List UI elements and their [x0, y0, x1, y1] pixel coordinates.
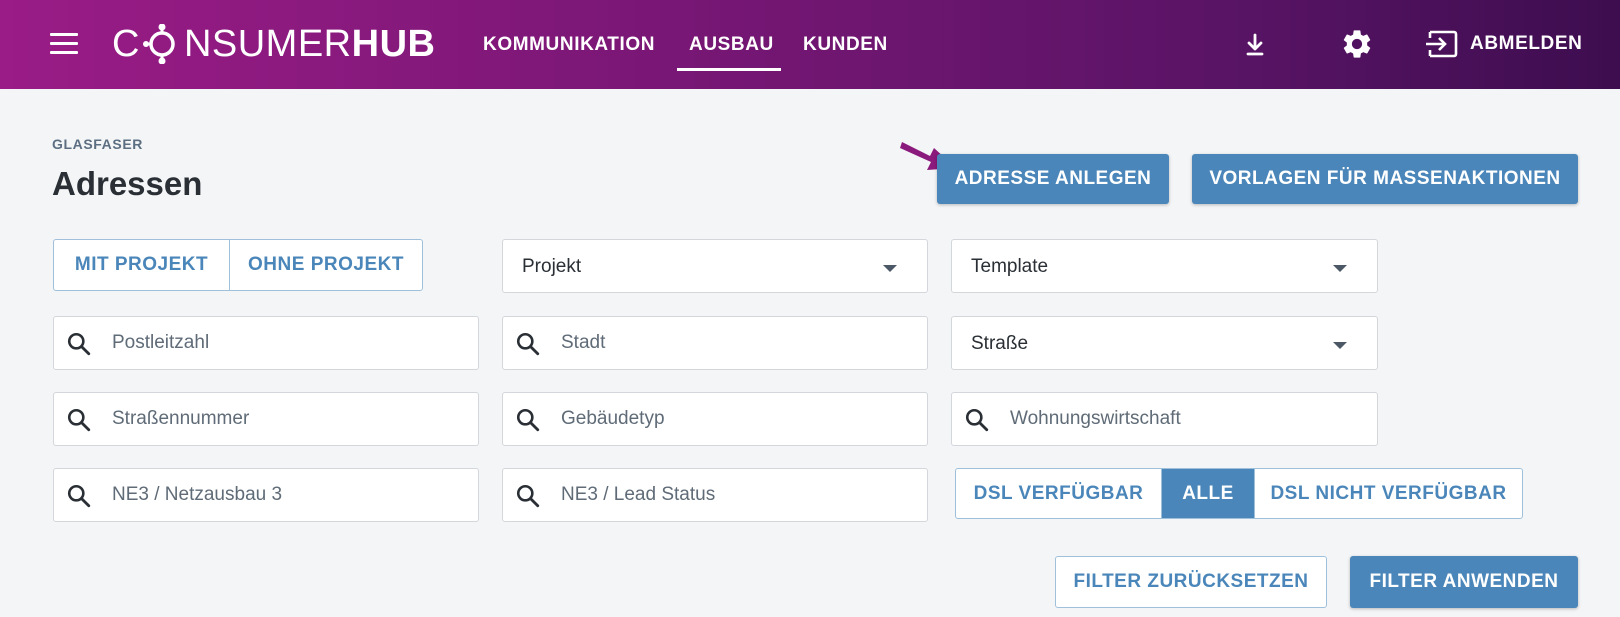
street-select-value: Straße [971, 333, 1029, 354]
city-input[interactable] [561, 317, 917, 369]
street-select[interactable]: Straße [951, 316, 1378, 370]
logo-network-icon [142, 23, 182, 65]
logo-text-nsumer: NSUMER [183, 22, 352, 65]
logout-button[interactable]: ABMELDEN [1426, 30, 1582, 58]
logout-icon [1426, 30, 1458, 58]
city-field[interactable] [502, 316, 928, 370]
toggle-dsl-all[interactable]: ALLE [1161, 469, 1254, 518]
ne3-network-field[interactable] [53, 468, 479, 522]
street-number-input[interactable] [112, 393, 468, 445]
reset-filter-button[interactable]: FILTER ZURÜCKSETZEN [1055, 556, 1327, 608]
chevron-down-icon [883, 265, 897, 272]
apply-filter-button[interactable]: FILTER ANWENDEN [1350, 556, 1578, 608]
search-icon [67, 408, 91, 432]
search-icon [516, 484, 540, 508]
consumerhub-logo[interactable]: C NSUMER HUB [112, 18, 435, 70]
housing-company-field[interactable] [951, 392, 1378, 446]
postcode-field[interactable] [53, 316, 479, 370]
toggle-without-project[interactable]: OHNE PROJEKT [229, 240, 422, 290]
building-type-input[interactable] [561, 393, 917, 445]
ne3-network-input[interactable] [112, 469, 468, 521]
nav-kunden[interactable]: KUNDEN [803, 34, 888, 56]
toggle-dsl-not-available[interactable]: DSL NICHT VERFÜGBAR [1254, 469, 1522, 518]
search-icon [67, 332, 91, 356]
toggle-with-project[interactable]: MIT PROJEKT [54, 240, 229, 290]
search-icon [965, 408, 989, 432]
dsl-toggle: DSL VERFÜGBAR ALLE DSL NICHT VERFÜGBAR [955, 468, 1523, 519]
project-toggle: MIT PROJEKT OHNE PROJEKT [53, 239, 423, 291]
chevron-down-icon [1333, 342, 1347, 349]
gear-icon[interactable] [1340, 27, 1374, 66]
nav-ausbau[interactable]: AUSBAU [689, 34, 774, 56]
toggle-dsl-available[interactable]: DSL VERFÜGBAR [956, 469, 1161, 518]
building-type-field[interactable] [502, 392, 928, 446]
ne3-lead-status-input[interactable] [561, 469, 917, 521]
logo-text-c: C [112, 22, 140, 65]
template-select[interactable]: Template [951, 239, 1378, 293]
postcode-input[interactable] [112, 317, 468, 369]
breadcrumb: GLASFASER [52, 136, 143, 152]
download-icon[interactable] [1240, 30, 1270, 65]
template-select-value: Template [971, 256, 1049, 277]
search-icon [67, 484, 91, 508]
add-address-button[interactable]: ADRESSE ANLEGEN [937, 154, 1169, 204]
logo-text-hub: HUB [351, 22, 436, 65]
menu-icon[interactable] [50, 33, 78, 55]
logout-label: ABMELDEN [1470, 33, 1583, 54]
search-icon [516, 332, 540, 356]
nav-kommunikation[interactable]: KOMMUNIKATION [483, 34, 655, 56]
housing-company-input[interactable] [1010, 393, 1367, 445]
ne3-lead-status-field[interactable] [502, 468, 928, 522]
chevron-down-icon [1333, 265, 1347, 272]
top-app-bar: C NSUMER HUB KOMMUNIKATION AUSBAU KUNDEN [0, 0, 1620, 89]
search-icon [516, 408, 540, 432]
street-number-field[interactable] [53, 392, 479, 446]
project-select[interactable]: Projekt [502, 239, 928, 293]
mass-action-templates-button[interactable]: VORLAGEN FÜR MASSENAKTIONEN [1192, 154, 1578, 204]
nav-active-indicator [677, 68, 781, 71]
project-select-value: Projekt [522, 256, 582, 277]
page-title: Adressen [52, 165, 203, 202]
